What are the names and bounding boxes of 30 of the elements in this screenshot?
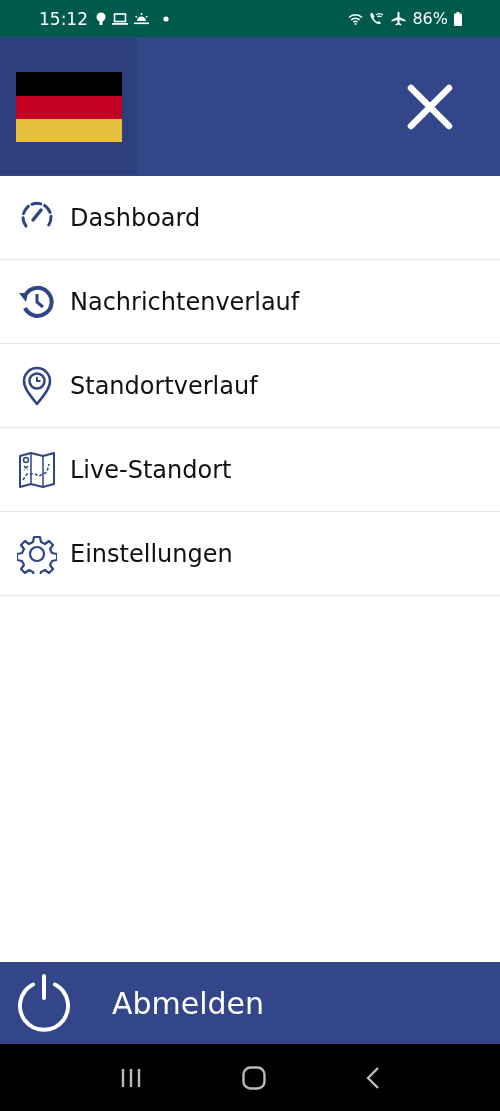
language-button[interactable] [0, 38, 137, 175]
laptop-icon [112, 12, 128, 25]
menu-item-label: Dashboard [70, 203, 201, 232]
menu-item[interactable]: Dashboard [0, 176, 500, 260]
menu-item-label: Nachrichtenverlauf [70, 287, 300, 316]
back-icon[interactable] [366, 1066, 380, 1089]
bulb-icon [96, 11, 106, 26]
gear-icon [17, 533, 57, 574]
map-icon [17, 449, 57, 490]
menu-item-label: Live-Standort [70, 455, 232, 484]
close-icon[interactable] [407, 83, 453, 130]
dot-icon [163, 15, 169, 22]
menu-item[interactable]: Nachrichtenverlauf [0, 260, 500, 344]
sunrise-icon [134, 12, 149, 25]
menu-item[interactable]: Einstellungen [0, 512, 500, 596]
menu-item-label: Einstellungen [70, 539, 233, 568]
clock-time: 15:12 [39, 8, 88, 29]
logout-button[interactable]: Abmelden [0, 962, 500, 1044]
menu-item[interactable]: Standortverlauf [0, 344, 500, 428]
flag-icon [15, 71, 122, 142]
menu-item-label: Standortverlauf [70, 371, 258, 400]
home-icon[interactable] [242, 1065, 266, 1090]
battery-icon [454, 11, 462, 26]
recent-apps-icon[interactable] [120, 1067, 142, 1088]
menu-item[interactable]: Live-Standort [0, 428, 500, 512]
airplane-icon [391, 11, 407, 26]
wifi-call-icon [369, 12, 386, 25]
power-icon [16, 974, 72, 1032]
battery-percent: 86% [412, 9, 448, 28]
wifi-icon [348, 12, 364, 25]
